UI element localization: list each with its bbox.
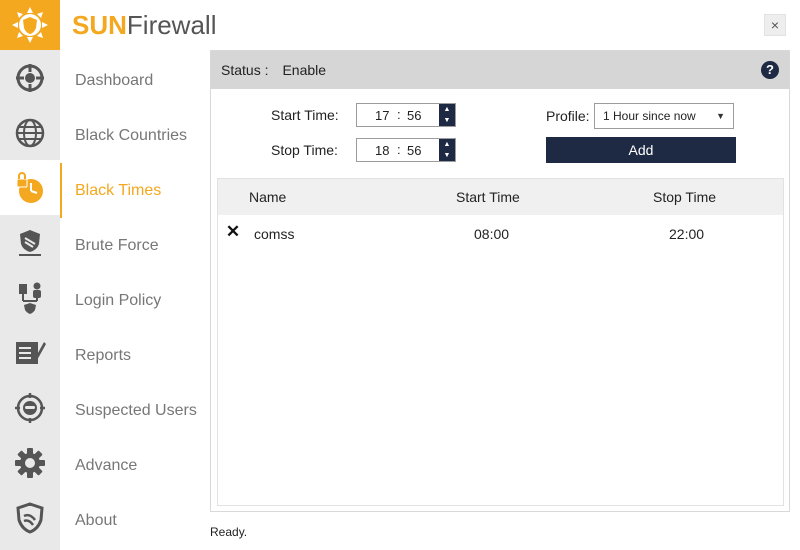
sun-shield-logo-icon bbox=[12, 7, 48, 43]
status-bar: Status : Enable ? bbox=[211, 51, 789, 89]
column-header-start-time[interactable]: Start Time bbox=[456, 189, 520, 205]
stop-time-label: Stop Time: bbox=[271, 142, 338, 158]
stop-time-up-button[interactable]: ▲ bbox=[439, 139, 455, 150]
sidebar-item-suspected-users[interactable]: Suspected Users bbox=[60, 383, 210, 438]
profile-label: Profile: bbox=[546, 108, 590, 124]
table-header: Name Start Time Stop Time bbox=[218, 179, 783, 215]
start-hour-value[interactable]: 17 bbox=[375, 108, 389, 123]
stop-time-spinner[interactable]: 18 : 56 ▲ ▼ bbox=[356, 138, 456, 162]
start-minute-value[interactable]: 56 bbox=[407, 108, 421, 123]
status-value: Enable bbox=[282, 62, 327, 78]
sidebar-item-login-policy[interactable]: Login Policy bbox=[60, 273, 210, 328]
profile-selected-value: 1 Hour since now bbox=[603, 109, 696, 123]
start-time-up-button[interactable]: ▲ bbox=[439, 104, 455, 115]
row-name: comss bbox=[254, 226, 295, 242]
close-button[interactable]: × bbox=[764, 14, 786, 36]
start-time-spinner[interactable]: 17 : 56 ▲ ▼ bbox=[356, 103, 456, 127]
sidebar-item-brute-force[interactable]: Brute Force bbox=[60, 218, 210, 273]
reports-icon[interactable] bbox=[0, 325, 60, 380]
dashboard-icon[interactable] bbox=[0, 50, 60, 105]
start-time-label: Start Time: bbox=[271, 107, 339, 123]
app-title-brand: SUN bbox=[72, 10, 127, 40]
delete-row-icon[interactable]: ✕ bbox=[225, 223, 241, 240]
icon-rail bbox=[0, 50, 60, 550]
row-start-time: 08:00 bbox=[474, 226, 510, 242]
sidebar-item-reports[interactable]: Reports bbox=[60, 328, 210, 383]
shield-hammer-icon[interactable] bbox=[0, 215, 60, 270]
users-policy-icon[interactable] bbox=[0, 270, 60, 325]
time-separator: : bbox=[397, 107, 401, 122]
clock-lock-icon[interactable] bbox=[0, 160, 60, 215]
suspect-target-icon[interactable] bbox=[0, 380, 60, 435]
sidebar-nav: Dashboard Black Countries Black Times Br… bbox=[60, 50, 210, 550]
sidebar-item-black-countries[interactable]: Black Countries bbox=[60, 108, 210, 163]
help-icon[interactable]: ? bbox=[761, 61, 779, 79]
black-times-panel: Status : Enable ? Start Time: 17 : 56 ▲ … bbox=[210, 50, 790, 512]
sidebar-item-advance[interactable]: Advance bbox=[60, 438, 210, 493]
sidebar-item-about[interactable]: About bbox=[60, 493, 210, 548]
app-logo bbox=[0, 0, 60, 50]
status-label: Status : bbox=[221, 62, 269, 78]
add-button[interactable]: Add bbox=[546, 137, 736, 163]
row-stop-time: 22:00 bbox=[669, 226, 705, 242]
stop-time-down-button[interactable]: ▼ bbox=[439, 150, 455, 161]
black-times-table: Name Start Time Stop Time ✕ comss 08:00 … bbox=[217, 178, 784, 506]
app-title-product: Firewall bbox=[126, 10, 217, 40]
sidebar-item-black-times[interactable]: Black Times bbox=[60, 163, 210, 218]
sidebar-item-dashboard[interactable]: Dashboard bbox=[60, 53, 210, 108]
table-row[interactable]: ✕ comss 08:00 22:00 bbox=[218, 215, 783, 251]
chevron-down-icon: ▼ bbox=[716, 111, 725, 121]
footer-status: Ready. bbox=[210, 525, 248, 539]
profile-select[interactable]: 1 Hour since now ▼ bbox=[594, 103, 734, 129]
start-time-down-button[interactable]: ▼ bbox=[439, 115, 455, 126]
column-header-stop-time[interactable]: Stop Time bbox=[653, 189, 716, 205]
stop-minute-value[interactable]: 56 bbox=[407, 143, 421, 158]
time-separator: : bbox=[397, 142, 401, 157]
globe-icon[interactable] bbox=[0, 105, 60, 160]
shield-about-icon[interactable] bbox=[0, 490, 60, 545]
app-title: SUNFirewall bbox=[72, 9, 216, 41]
gear-icon[interactable] bbox=[0, 435, 60, 490]
stop-hour-value[interactable]: 18 bbox=[375, 143, 389, 158]
column-header-name[interactable]: Name bbox=[249, 189, 286, 205]
